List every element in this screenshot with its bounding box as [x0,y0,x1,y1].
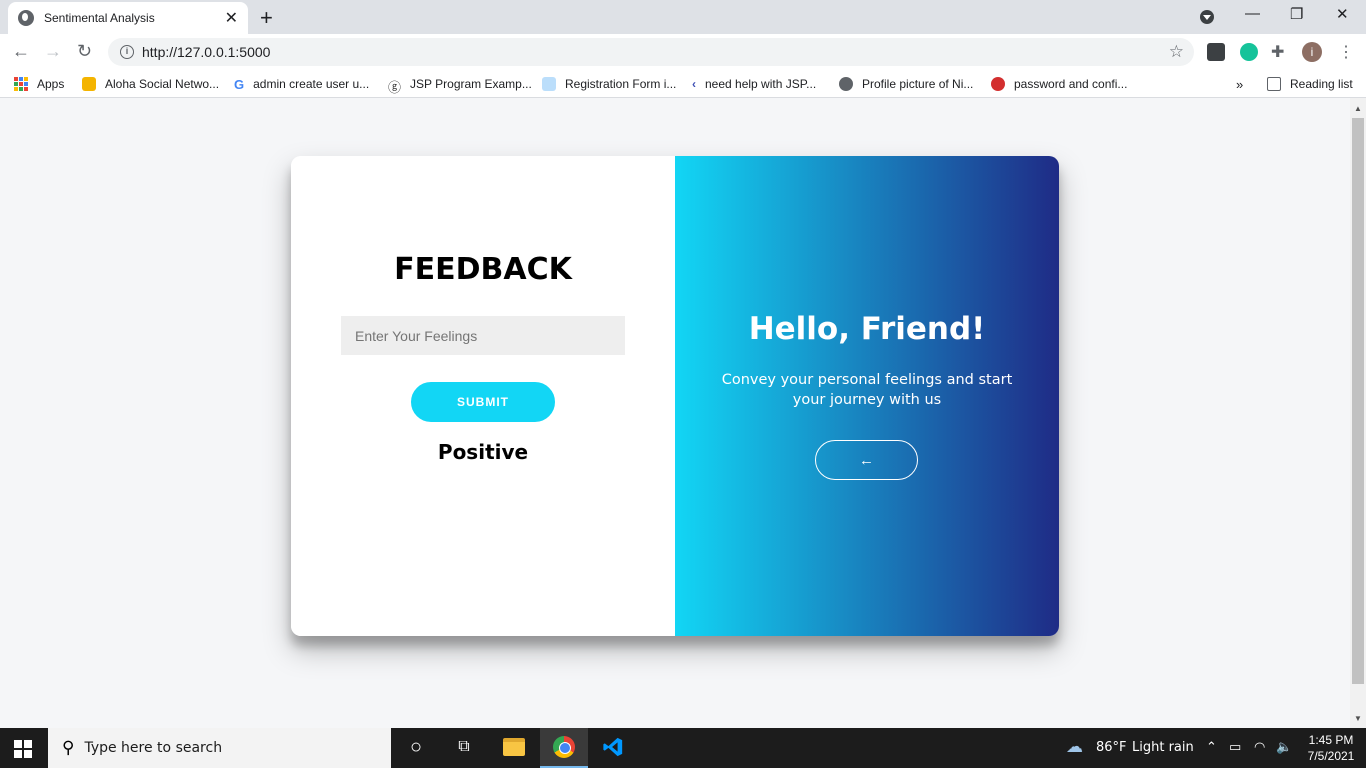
bookmark-label: JSP Program Examp... [410,77,532,91]
overlay-panel: Hello, Friend! Convey your personal feel… [675,156,1059,636]
file-explorer-icon[interactable] [503,738,525,756]
info-icon[interactable]: i [120,45,134,59]
feedback-title: FEEDBACK [394,252,572,287]
vscode-icon[interactable] [602,736,624,758]
page-scrollbar[interactable]: ▲ ▼ [1350,98,1366,728]
scroll-up-icon[interactable]: ▲ [1354,104,1362,113]
bookmark-favicon-icon [82,77,96,91]
reading-list-button[interactable]: Reading list [1267,77,1353,91]
cortana-icon[interactable]: ○ [404,736,428,760]
scroll-down-icon[interactable]: ▼ [1354,714,1362,723]
bookmark-star-icon[interactable]: ☆ [1169,42,1184,62]
menu-kebab-icon[interactable]: ⋮ [1338,42,1354,62]
bookmark-item[interactable]: Profile picture of Ni... [839,77,973,91]
profile-avatar[interactable]: i [1302,42,1322,62]
feedback-form-panel: FEEDBACK SUBMIT Positive [291,156,675,636]
bookmark-favicon-icon [542,77,556,91]
submit-button[interactable]: SUBMIT [411,382,555,422]
browser-toolbar: ← → ↻ i http://127.0.0.1:5000 ☆ ✚ i ⋮ [0,34,1366,70]
minimize-button[interactable]: — [1245,5,1260,22]
tab-title: Sentimental Analysis [44,11,155,25]
wifi-icon[interactable]: ◠ [1254,740,1265,755]
bookmark-item[interactable]: Aloha Social Netwo... [82,77,219,91]
reload-icon[interactable]: ↻ [77,41,92,62]
sentiment-result: Positive [437,440,529,464]
apps-grid-icon [14,77,28,91]
chrome-icon [553,736,575,758]
taskbar-search-placeholder: Type here to search [84,740,223,756]
scroll-thumb[interactable] [1352,118,1364,684]
reading-list-label: Reading list [1290,77,1353,91]
bookmarks-overflow-button[interactable]: » [1236,77,1243,92]
bookmark-item[interactable]: G admin create user u... [234,77,370,92]
page-viewport: FEEDBACK SUBMIT Positive Hello, Friend! … [0,98,1350,728]
bookmark-favicon-icon: ‹ [692,77,696,91]
battery-icon[interactable]: ▭ [1229,740,1241,755]
forward-icon[interactable]: → [44,41,62,62]
bookmark-item[interactable]: Registration Form i... [542,77,676,91]
feedback-card: FEEDBACK SUBMIT Positive Hello, Friend! … [291,156,1059,636]
restore-button[interactable]: ❐ [1290,5,1303,23]
weather-cloud-icon[interactable]: ☁ [1066,737,1083,757]
url-text: http://127.0.0.1:5000 [142,44,271,60]
task-view-icon[interactable]: ⧉ [452,738,476,762]
grammarly-extension-icon[interactable] [1240,43,1258,61]
globe-icon [18,10,34,26]
globe-icon [839,77,853,91]
tab-strip: Sentimental Analysis ✕ + — ❐ ✕ [0,0,1366,34]
reading-list-icon [1267,77,1281,91]
new-tab-button[interactable]: + [260,5,273,31]
bookmark-item[interactable]: ⓖ JSP Program Examp... [388,77,532,95]
bookmark-apps[interactable]: Apps [14,77,64,91]
address-bar[interactable]: i http://127.0.0.1:5000 ☆ [108,38,1194,66]
google-g-icon: G [234,77,245,92]
windows-start-icon[interactable] [14,740,32,758]
bookmark-label: Registration Form i... [565,77,677,91]
bookmark-label: password and confi... [1014,77,1128,91]
bookmark-label: need help with JSP... [705,77,817,91]
bookmark-favicon-icon: ⓖ [388,80,402,95]
taskbar-clock[interactable]: 1:45 PM 7/5/2021 [1300,732,1362,764]
clock-time: 1:45 PM [1308,733,1354,747]
bookmark-label: admin create user u... [253,77,370,91]
volume-icon[interactable]: 🔈 [1276,740,1292,755]
back-arrow-button[interactable]: ← [815,440,918,480]
close-window-button[interactable]: ✕ [1336,5,1349,23]
overlay-heading: Hello, Friend! [748,311,986,347]
extensions-puzzle-icon[interactable]: ✚ [1271,42,1284,62]
windows-taskbar: ⚲ Type here to search ○ ⧉ ☁ 86°F Light r… [0,728,1366,768]
feelings-input[interactable] [341,316,625,355]
weather-temp[interactable]: 86°F [1096,740,1127,755]
bookmark-label: Aloha Social Netwo... [105,77,220,91]
back-icon[interactable]: ← [12,41,30,62]
browser-tab[interactable]: Sentimental Analysis ✕ [8,2,248,34]
chevron-up-icon[interactable]: ⌃ [1206,740,1217,755]
selenium-extension-icon[interactable] [1207,43,1225,61]
clock-date: 7/5/2021 [1307,749,1355,763]
search-icon: ⚲ [62,738,75,757]
tab-search-icon[interactable] [1200,10,1214,24]
weather-desc[interactable]: Light rain [1132,740,1194,755]
overlay-message: Convey your personal feelings and start … [721,372,1013,408]
bookmark-label: Apps [37,77,65,91]
close-tab-icon[interactable]: ✕ [225,8,238,28]
bookmark-label: Profile picture of Ni... [862,77,974,91]
bookmark-item[interactable]: ‹ need help with JSP... [692,77,816,91]
bookmark-item[interactable]: password and confi... [991,77,1127,91]
arrow-left-icon: ← [859,451,874,469]
bookmarks-bar: Apps Aloha Social Netwo... G admin creat… [0,70,1366,98]
taskbar-search-box[interactable]: ⚲ Type here to search [48,728,391,768]
bookmark-favicon-icon [991,77,1005,91]
